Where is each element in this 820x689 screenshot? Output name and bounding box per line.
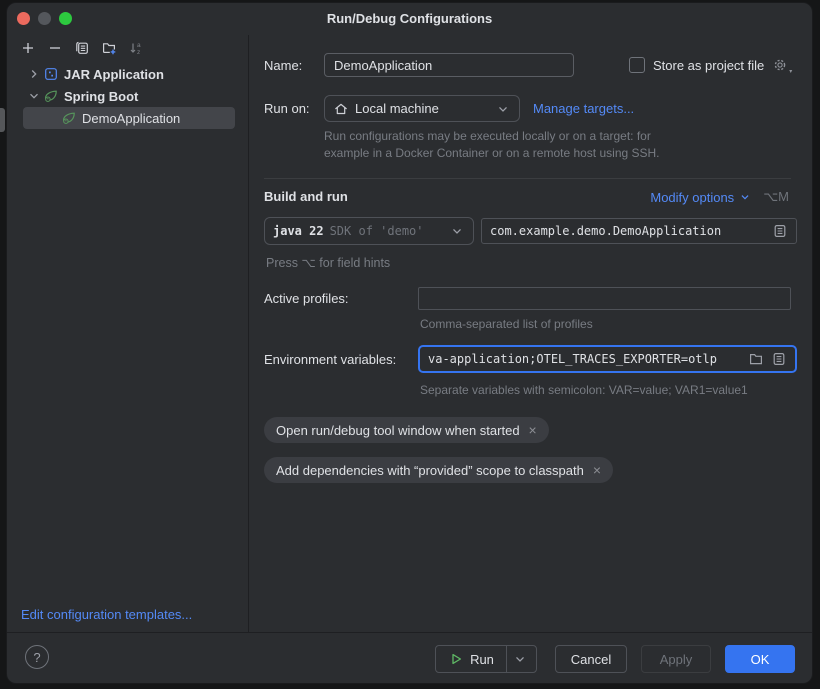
modify-options-group: Modify options ⌥M	[650, 189, 789, 205]
main-class-value: com.example.demo.DemoApplication	[490, 224, 721, 238]
spring-boot-icon	[61, 110, 77, 126]
environment-variables-label: Environment variables:	[264, 352, 396, 367]
field-hints-text: Press ⌥ for field hints	[266, 255, 390, 270]
footer-divider	[7, 632, 812, 633]
list-icon	[772, 223, 788, 239]
chevron-down-icon	[512, 651, 528, 667]
browse-button[interactable]	[748, 351, 764, 367]
play-icon	[448, 651, 464, 667]
store-as-project-file-checkbox[interactable]	[629, 57, 645, 73]
option-tag-open-tool-window: Open run/debug tool window when started …	[264, 417, 549, 443]
edit-configuration-templates-link[interactable]: Edit configuration templates...	[21, 607, 192, 622]
gear-icon	[772, 57, 788, 73]
help-button[interactable]: ?	[25, 645, 49, 669]
caret-down-icon: ▾	[789, 68, 792, 75]
option-tag-label: Add dependencies with “provided” scope t…	[276, 463, 584, 478]
apply-button-label: Apply	[660, 652, 693, 667]
environment-variables-hint: Separate variables with semicolon: VAR=v…	[420, 383, 748, 397]
tree-item-demoapplication-selected[interactable]: DemoApplication	[23, 107, 235, 129]
chevron-down-icon	[449, 223, 465, 239]
manage-targets-link[interactable]: Manage targets...	[533, 101, 634, 116]
ok-button[interactable]: OK	[725, 645, 795, 673]
run-on-hint-line1: Run configurations may be executed local…	[324, 129, 651, 143]
chevron-down-icon	[495, 101, 511, 117]
modify-options-shortcut: ⌥M	[763, 189, 789, 205]
run-split-button: Run	[435, 645, 537, 673]
name-input[interactable]: DemoApplication	[324, 53, 574, 77]
run-on-value: Local machine	[355, 101, 439, 116]
name-value: DemoApplication	[334, 58, 432, 73]
sidebar-divider	[248, 35, 249, 632]
plus-icon	[20, 40, 36, 56]
jdk-select[interactable]: java 22 SDK of 'demo'	[264, 217, 474, 245]
store-as-project-file-group: Store as project file ▾	[629, 53, 788, 77]
store-options-button[interactable]: ▾	[772, 57, 788, 73]
build-and-run-title: Build and run	[264, 189, 348, 204]
run-on-select[interactable]: Local machine	[324, 95, 520, 122]
chevron-right-icon[interactable]	[25, 66, 43, 82]
active-profiles-label: Active profiles:	[264, 291, 349, 306]
section-divider	[264, 178, 791, 179]
jdk-value: java 22	[273, 224, 324, 238]
tree-item-label: DemoApplication	[82, 111, 180, 126]
apply-button[interactable]: Apply	[641, 645, 711, 673]
copy-icon	[74, 40, 90, 56]
tree-item-label: Spring Boot	[64, 89, 138, 104]
spring-boot-icon	[43, 88, 59, 104]
cancel-button-label: Cancel	[571, 652, 611, 667]
background-window-edge	[0, 108, 5, 132]
chevron-down-icon	[738, 190, 752, 204]
run-options-button[interactable]	[507, 646, 534, 672]
copy-configuration-button[interactable]	[73, 39, 91, 57]
environment-variables-value: va-application;OTEL_TRACES_EXPORTER=otlp	[428, 352, 741, 366]
option-tag-label: Open run/debug tool window when started	[276, 423, 520, 438]
expand-variables-button[interactable]	[771, 351, 787, 367]
run-button[interactable]: Run	[438, 646, 506, 672]
screen: Run/Debug Configurations	[0, 0, 820, 689]
home-icon	[333, 101, 349, 117]
option-tag-provided-scope: Add dependencies with “provided” scope t…	[264, 457, 613, 483]
close-icon[interactable]: ×	[529, 423, 537, 437]
remove-configuration-button[interactable]	[46, 39, 64, 57]
expand-field-button[interactable]	[772, 223, 788, 239]
minus-icon	[47, 40, 63, 56]
dialog-title: Run/Debug Configurations	[7, 11, 812, 26]
add-configuration-button[interactable]	[19, 39, 37, 57]
sort-configurations-button[interactable]: a z	[127, 39, 145, 57]
name-label: Name:	[264, 58, 302, 73]
run-on-label: Run on:	[264, 101, 310, 116]
active-profiles-input[interactable]	[418, 287, 791, 310]
sort-alphabetically-icon: a z	[128, 40, 144, 56]
new-folder-icon	[101, 40, 117, 56]
store-as-project-file-label: Store as project file	[653, 58, 764, 73]
question-mark-icon: ?	[33, 650, 40, 665]
folder-icon	[748, 351, 764, 367]
modify-options-link[interactable]: Modify options	[650, 190, 734, 205]
svg-text:z: z	[137, 49, 140, 56]
new-folder-button[interactable]	[100, 39, 118, 57]
run-debug-configurations-dialog: Run/Debug Configurations	[6, 2, 813, 684]
run-button-label: Run	[470, 652, 494, 667]
sidebar-toolbar: a z	[19, 39, 145, 57]
tree-item-jar-application[interactable]: JAR Application	[25, 63, 164, 85]
jdk-description: SDK of 'demo'	[330, 224, 424, 238]
run-on-hint-line2: example in a Docker Container or on a re…	[324, 146, 660, 160]
tree-item-spring-boot[interactable]: Spring Boot	[25, 85, 138, 107]
tree-item-label: JAR Application	[64, 67, 164, 82]
cancel-button[interactable]: Cancel	[555, 645, 627, 673]
main-class-input[interactable]: com.example.demo.DemoApplication	[481, 218, 797, 244]
environment-variables-input[interactable]: va-application;OTEL_TRACES_EXPORTER=otlp	[418, 345, 797, 373]
chevron-down-icon[interactable]	[25, 88, 43, 104]
ok-button-label: OK	[751, 652, 770, 667]
active-profiles-hint: Comma-separated list of profiles	[420, 317, 593, 331]
close-icon[interactable]: ×	[593, 463, 601, 477]
jar-application-icon	[43, 66, 59, 82]
list-icon	[771, 351, 787, 367]
